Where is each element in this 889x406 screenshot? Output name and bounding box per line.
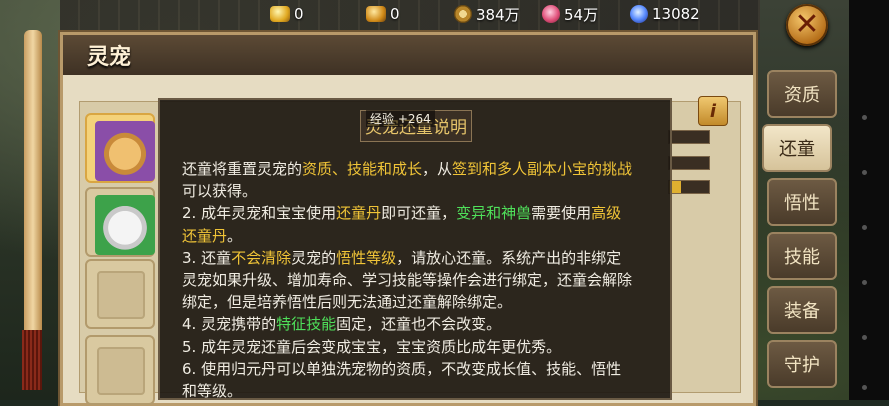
currency-value: 384万 xyxy=(476,5,520,24)
empty-slot-frame xyxy=(97,347,145,395)
tooltip-text: 。 xyxy=(227,226,243,245)
exp-toast: 经验 +264 xyxy=(366,110,435,127)
tooltip-text: 不会清除 xyxy=(231,248,292,267)
empty-slot-frame xyxy=(97,271,145,319)
tooltip-line: 2. 成年灵宠和宝宝使用还童丹即可还童，变异和神兽需要使用高级 xyxy=(182,202,662,224)
tab-skills[interactable]: 技能 xyxy=(767,232,837,280)
stat-bar xyxy=(668,180,710,194)
currency-item: 13082 xyxy=(630,0,730,28)
tooltip-text: 变异和神兽 xyxy=(456,204,532,223)
close-icon: ✕ xyxy=(794,7,820,42)
tooltip-line: 4. 灵宠携带的特征技能固定，还童也不会改变。 xyxy=(182,313,662,335)
currency-item: 54万 xyxy=(542,0,630,28)
gold-ingot-icon xyxy=(270,6,290,22)
tooltip-text: 5. 成年灵宠还童后会变成宝宝，宝宝资质比成年更优秀。 xyxy=(182,337,562,356)
tooltip-line: 和等级。 xyxy=(182,380,662,402)
tooltip-text: 和等级。 xyxy=(182,382,243,401)
tooltip-text: 6. 使用归元丹可以单独洗宠物的资质，不改变成长值、技能、悟性 xyxy=(182,359,622,378)
help-tooltip: 灵宠还童说明 经验 +264 还童将重置灵宠的资质、技能和成长，从签到和多人副本… xyxy=(158,98,672,400)
tab-equipment[interactable]: 装备 xyxy=(767,286,837,334)
tooltip-text: 需要使用 xyxy=(531,204,592,223)
tooltip-body: 还童将重置灵宠的资质、技能和成长，从签到和多人副本小宝的挑战 可以获得。 2. 成年… xyxy=(182,158,662,402)
tooltip-line: 还童丹。 xyxy=(182,225,662,247)
currency-value: 54万 xyxy=(564,5,599,24)
tooltip-line: 6. 使用归元丹可以单独洗宠物的资质，不改变成长值、技能、悟性 xyxy=(182,358,662,380)
tooltip-text: 特征技能 xyxy=(276,315,337,334)
currency-item: 0 xyxy=(366,0,454,28)
tooltip-text: 2. 成年灵宠和宝宝使用 xyxy=(182,204,337,223)
tab-comprehension[interactable]: 悟性 xyxy=(767,178,837,226)
pet-slot-empty[interactable] xyxy=(85,335,155,405)
tooltip-text: 即可还童， xyxy=(381,204,457,223)
pink-gem-icon xyxy=(542,5,560,23)
tooltip-text: 还童丹 xyxy=(182,226,228,245)
blue-orb-icon xyxy=(630,5,648,23)
device-edge xyxy=(849,0,889,400)
tassel-decoration xyxy=(22,330,42,390)
tooltip-text: 灵宠的 xyxy=(291,248,337,267)
tooltip-text: 还童将重置灵宠的 xyxy=(182,160,303,178)
tooltip-line: 3. 还童不会清除灵宠的悟性等级，请放心还童。系统产出的非绑定 xyxy=(182,247,662,269)
currency-item: 0 xyxy=(270,0,366,28)
copper-coin-icon xyxy=(454,5,472,23)
tooltip-text: 3. 还童 xyxy=(182,248,232,267)
tooltip-text: 资质、技能和成长 xyxy=(302,160,423,178)
tooltip-text: 绑定，但是培养悟性后则无法通过还童解除绑定。 xyxy=(182,293,513,312)
tooltip-line: 5. 成年灵宠还童后会变成宝宝，宝宝资质比成年更优秀。 xyxy=(182,336,662,358)
tooltip-text: 灵宠如果升级、增加寿命、学习技能等操作会进行绑定，还童会解除 xyxy=(182,271,633,290)
close-button[interactable]: ✕ xyxy=(786,4,828,46)
tooltip-text: 固定，还童也不会改变。 xyxy=(336,315,502,334)
tooltip-line: 灵宠如果升级、增加寿命、学习技能等操作会进行绑定，还童会解除 xyxy=(182,269,662,291)
pet-slot-cat[interactable] xyxy=(85,113,155,183)
pet-slot-rabbit[interactable] xyxy=(85,187,155,257)
currency-value: 0 xyxy=(390,5,400,23)
tooltip-text: 可以获得。 xyxy=(182,182,258,201)
tooltip-text: 还童丹 xyxy=(336,204,382,223)
tab-guard[interactable]: 守护 xyxy=(767,340,837,388)
tab-rejuvenate[interactable]: 还童 xyxy=(762,124,832,172)
tooltip-line: 绑定，但是培养悟性后则无法通过还童解除绑定。 xyxy=(182,291,662,313)
tab-aptitude[interactable]: 资质 xyxy=(767,70,837,118)
currency-value: 13082 xyxy=(652,5,700,23)
info-button[interactable]: i xyxy=(698,96,728,126)
stat-bar xyxy=(668,130,710,144)
currency-item: 384万 xyxy=(454,0,542,28)
tooltip-text: 4. 灵宠携带的 xyxy=(182,315,277,334)
currency-bar: 0 0 384万 54万 13082 xyxy=(270,0,730,28)
tooltip-text: ，请放心还童。系统产出的非绑定 xyxy=(396,248,622,267)
tooltip-text: 高级 xyxy=(591,204,622,223)
gold-ingot-small-icon xyxy=(366,6,386,22)
panel-title: 灵宠 xyxy=(87,44,132,70)
panel-header: 灵宠 xyxy=(63,35,753,75)
cat-pet-avatar xyxy=(95,121,155,181)
currency-value: 0 xyxy=(294,5,304,23)
tooltip-line: 还童将重置灵宠的资质、技能和成长，从签到和多人副本小宝的挑战 xyxy=(182,158,662,180)
tooltip-text: ，从 xyxy=(422,160,453,178)
rabbit-pet-avatar xyxy=(95,195,155,255)
stat-bar xyxy=(668,156,710,170)
tooltip-text: 签到和多人副本小宝的挑战 xyxy=(452,160,633,178)
pet-slot-empty[interactable] xyxy=(85,259,155,329)
tooltip-text: 悟性等级 xyxy=(336,248,397,267)
tooltip-line: 可以获得。 xyxy=(182,180,662,202)
